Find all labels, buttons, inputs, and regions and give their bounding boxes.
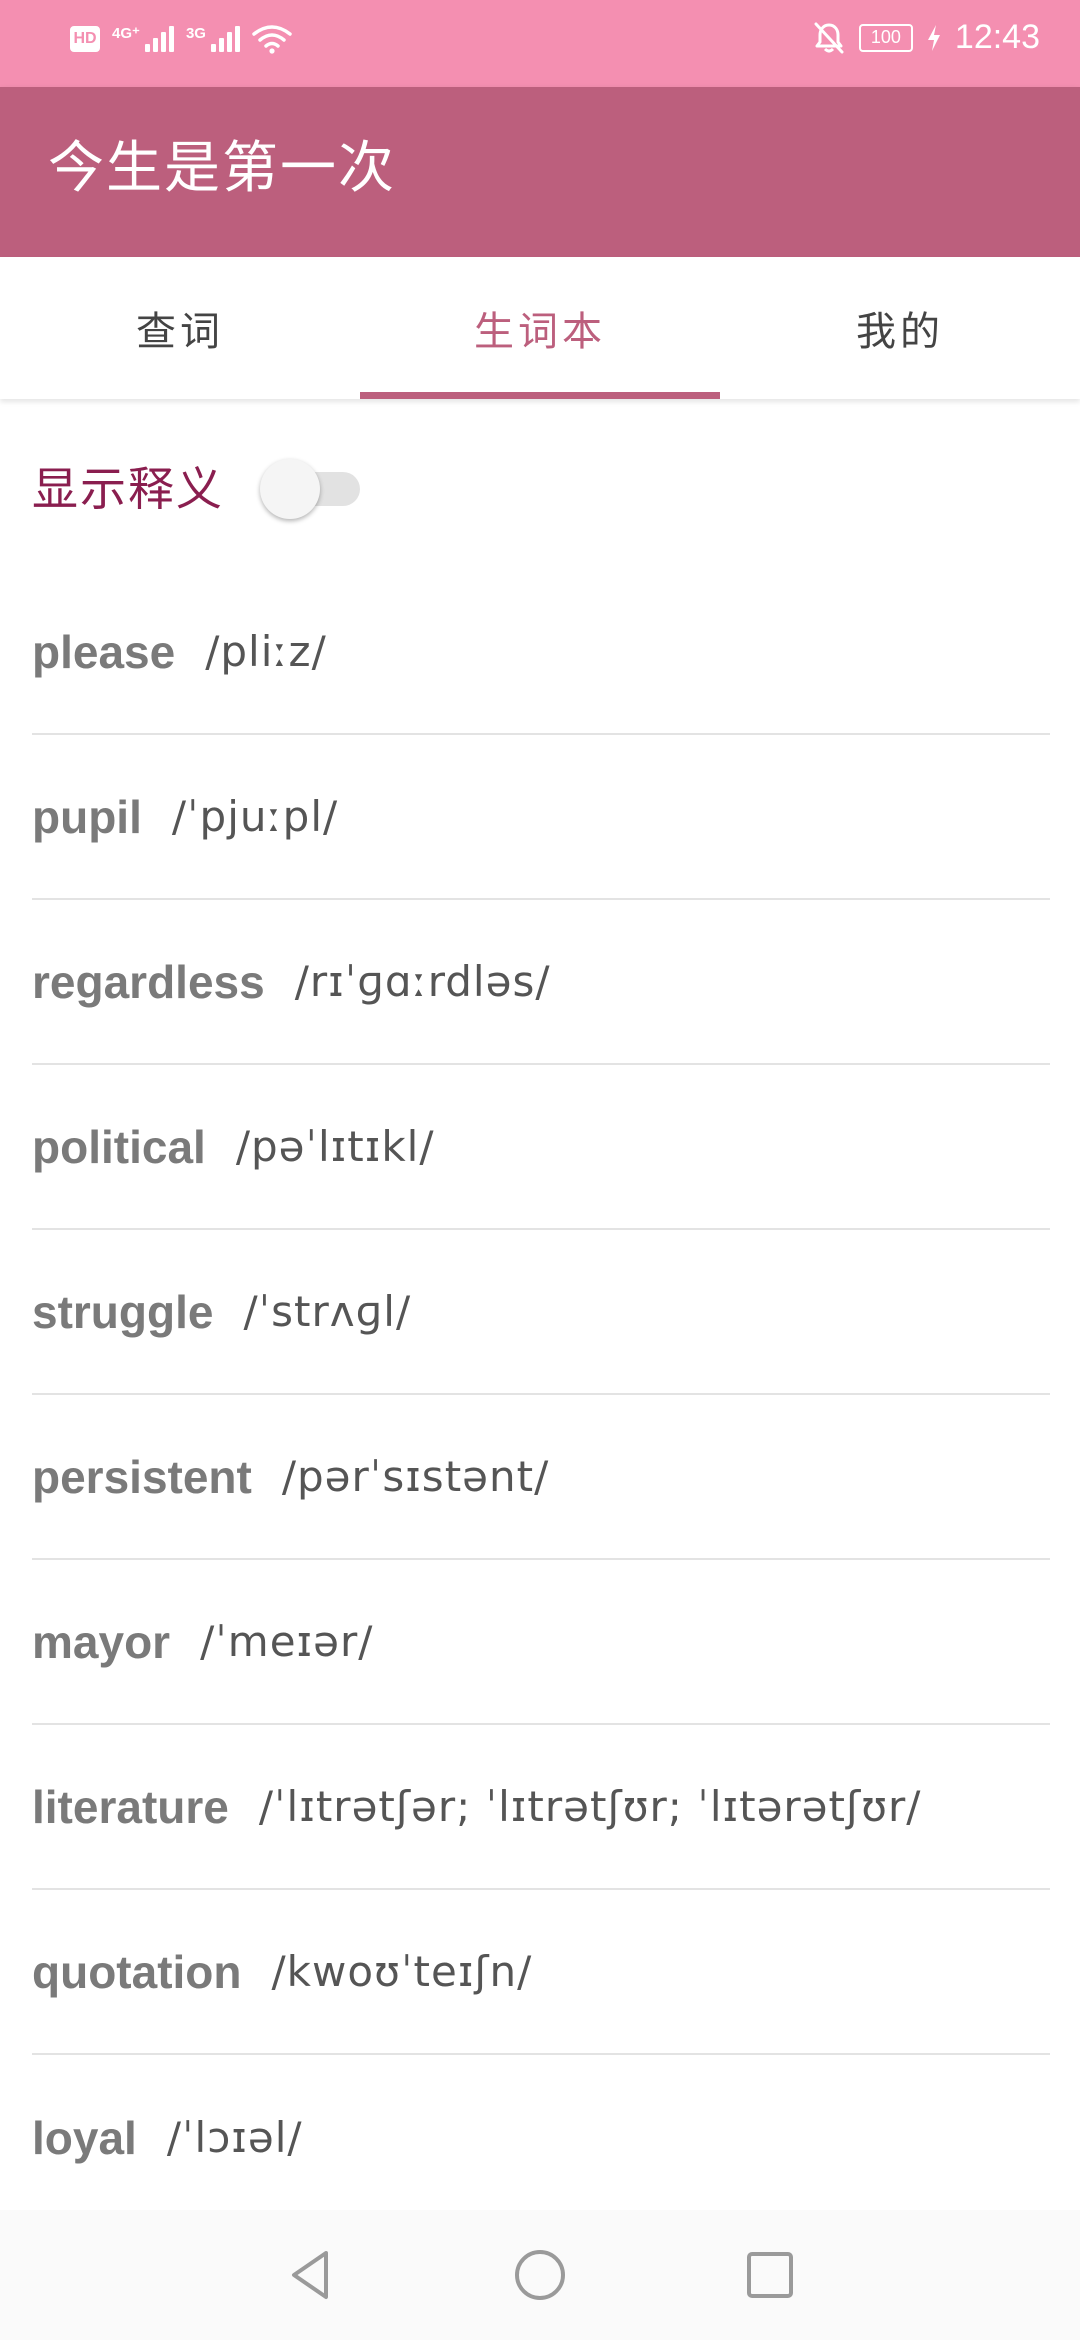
word-text: quotation (32, 1945, 242, 1998)
nav-back-button[interactable] (270, 2235, 350, 2315)
status-time: 12:43 (954, 18, 1040, 56)
phonetic-text: /pəˈlɪtɪkl/ (235, 1122, 435, 1171)
system-navigation-bar (0, 2210, 1080, 2340)
tab-label: 生词本 (474, 309, 606, 355)
phonetic-text: /ˈmeɪər/ (200, 1617, 374, 1666)
network-type-label-2: 3G (185, 25, 206, 42)
phonetic-text: /pliːz/ (205, 627, 327, 676)
tab-label: 查词 (136, 309, 224, 355)
tab-lookup[interactable]: 查词 (0, 257, 360, 399)
phonetic-text: /ˈlɔɪəl/ (166, 2113, 303, 2162)
app-title: 今生是第一次 (48, 136, 396, 201)
list-item[interactable]: mayor /ˈmeɪər/ (32, 1560, 1050, 1725)
tab-label: 我的 (856, 309, 944, 355)
phonetic-text: /kwoʊˈteɪʃn/ (271, 1947, 533, 1996)
charging-bolt-icon (927, 24, 940, 51)
nav-home-button[interactable] (500, 2235, 580, 2315)
list-item[interactable]: pupil /ˈpjuːpl/ (32, 735, 1050, 900)
list-item[interactable]: persistent /pərˈsɪstənt/ (32, 1395, 1050, 1560)
nav-recents-button[interactable] (730, 2235, 810, 2315)
status-bar: HD 4G⁺ 3G 100 12:43 (0, 0, 1080, 87)
switch-thumb (260, 459, 320, 519)
back-triangle-icon (292, 2251, 328, 2299)
phonetic-text: /rɪˈɡɑːrdləs/ (294, 957, 551, 1006)
home-circle-icon (515, 2250, 565, 2300)
tab-active-indicator (360, 392, 720, 399)
signal-3g-icon: 3G (186, 26, 240, 52)
list-item[interactable]: quotation /kwoʊˈteɪʃn/ (32, 1890, 1050, 2055)
list-item[interactable]: loyal /ˈlɔɪəl/ (32, 2055, 1050, 2220)
word-text: persistent (32, 1450, 252, 1503)
battery-icon: 100 (858, 23, 913, 52)
tab-vocabulary[interactable]: 生词本 (360, 257, 720, 399)
tab-bar: 查词 生词本 我的 (0, 257, 1080, 399)
list-item[interactable]: struggle /ˈstrʌɡl/ (32, 1230, 1050, 1395)
network-type-label: 4G⁺ (112, 25, 140, 42)
status-right-group: 100 12:43 (813, 18, 1040, 57)
word-text: literature (32, 1780, 229, 1833)
show-definition-label: 显示释义 (32, 462, 224, 516)
word-text: political (32, 1120, 206, 1173)
signal-4g-icon: 4G⁺ (112, 26, 174, 52)
word-text: struggle (32, 1285, 214, 1338)
list-item[interactable]: literature /ˈlɪtrətʃər; ˈlɪtrətʃʊr; ˈlɪt… (32, 1725, 1050, 1890)
recents-square-icon (747, 2252, 793, 2298)
list-item[interactable]: regardless /rɪˈɡɑːrdləs/ (32, 900, 1050, 1065)
phonetic-text: /pərˈsɪstənt/ (281, 1452, 550, 1501)
vocabulary-list: please /pliːz/ pupil /ˈpjuːpl/ regardles… (0, 570, 1080, 2220)
tab-mine[interactable]: 我的 (720, 257, 1080, 399)
status-left-group: HD 4G⁺ 3G (70, 24, 292, 54)
phonetic-text: /ˈlɪtrətʃər; ˈlɪtrətʃʊr; ˈlɪtərətʃʊr/ (258, 1782, 922, 1831)
list-item[interactable]: please /pliːz/ (32, 570, 1050, 735)
word-text: please (32, 625, 176, 678)
app-bar: 今生是第一次 (0, 87, 1080, 257)
hd-badge: HD (70, 26, 100, 52)
show-definition-row: 显示释义 (32, 438, 360, 534)
list-item[interactable]: political /pəˈlɪtɪkl/ (32, 1065, 1050, 1230)
word-text: loyal (32, 2111, 137, 2164)
show-definition-switch[interactable] (260, 458, 360, 519)
word-text: regardless (32, 955, 265, 1008)
wifi-icon (252, 25, 292, 54)
word-text: pupil (32, 790, 142, 843)
word-text: mayor (32, 1615, 171, 1668)
phonetic-text: /ˈpjuːpl/ (171, 792, 339, 841)
phonetic-text: /ˈstrʌɡl/ (243, 1287, 412, 1336)
bell-muted-icon (814, 22, 844, 53)
